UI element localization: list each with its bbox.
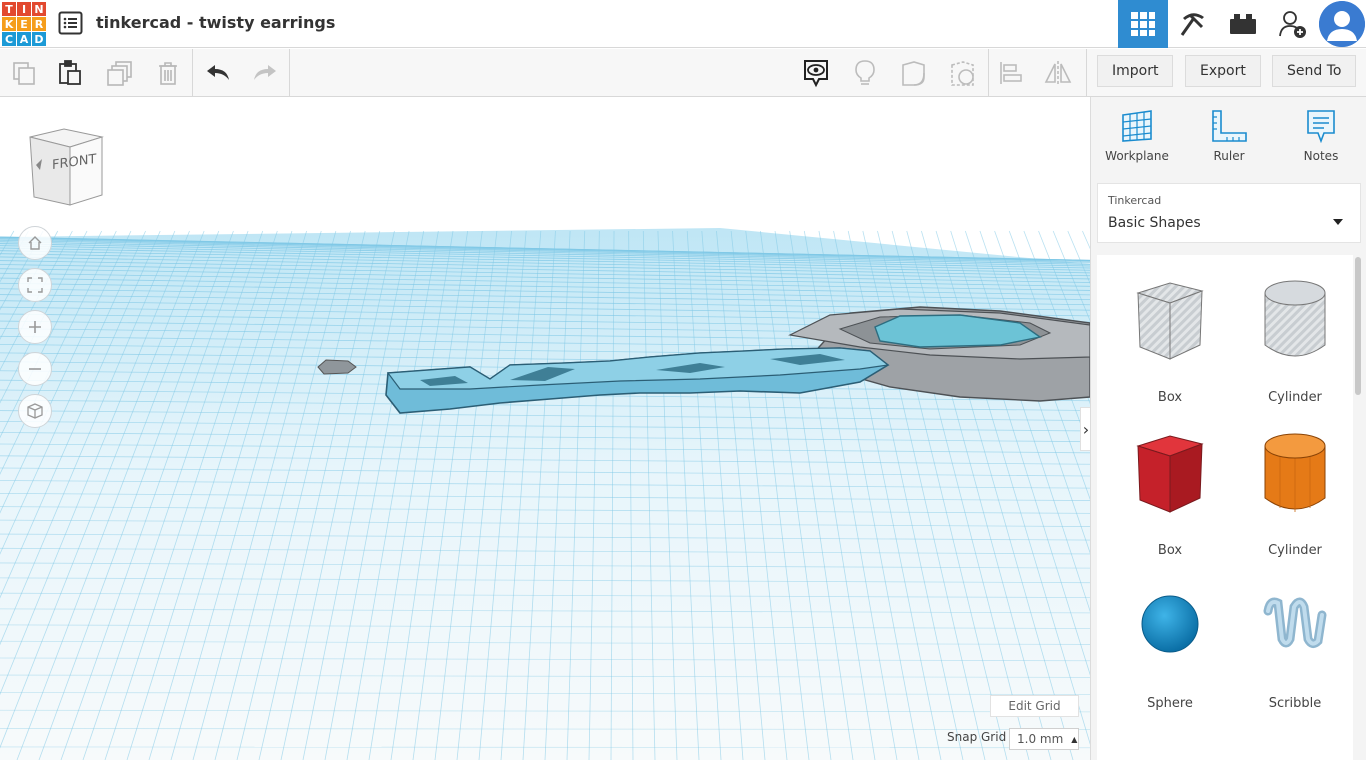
- duplicate-icon[interactable]: [104, 57, 136, 89]
- shape-label: Cylinder: [1268, 543, 1322, 558]
- collapse-panel-button[interactable]: ›: [1080, 407, 1090, 451]
- eye-bubble-icon[interactable]: [800, 57, 832, 89]
- trash-icon[interactable]: [152, 57, 184, 89]
- perspective-icon[interactable]: [18, 394, 52, 428]
- brick-icon[interactable]: [1218, 0, 1268, 48]
- zoom-in-icon[interactable]: [18, 310, 52, 344]
- box-red-icon: [1136, 435, 1204, 513]
- top-bar: T I N K E R C A D tinkercad - twisty ear…: [0, 0, 1366, 48]
- logo-letter: N: [32, 2, 46, 16]
- copy-icon[interactable]: [8, 57, 40, 89]
- snap-grid-label: Snap Grid: [947, 730, 1007, 744]
- align-icon[interactable]: [995, 57, 1027, 89]
- tinkercad-logo[interactable]: T I N K E R C A D: [2, 2, 46, 46]
- shape-label: Box: [1157, 543, 1183, 558]
- mirror-icon[interactable]: [1042, 57, 1074, 89]
- shape-box[interactable]: Box: [1110, 428, 1230, 568]
- caret-up-icon: ▲: [1071, 734, 1078, 744]
- sphere-icon: [1141, 595, 1199, 653]
- logo-letter: K: [2, 17, 16, 31]
- library-name: Basic Shapes: [1108, 215, 1201, 231]
- view-cube[interactable]: FRONT: [24, 125, 108, 209]
- grid-icon[interactable]: [1118, 0, 1168, 48]
- workplane-label: Workplane: [1105, 149, 1169, 163]
- lightbulb-icon[interactable]: [849, 57, 881, 89]
- paste-icon[interactable]: [54, 57, 86, 89]
- send-to-button[interactable]: Send To: [1272, 55, 1357, 87]
- shape-cylinder[interactable]: Cylinder: [1235, 428, 1355, 568]
- ruler-label: Ruler: [1213, 149, 1245, 163]
- box-hole-icon: [1136, 282, 1204, 360]
- edit-toolbar: Import Export Send To: [0, 49, 1366, 97]
- add-user-icon[interactable]: [1268, 0, 1318, 48]
- zoom-out-icon[interactable]: [18, 352, 52, 386]
- shapes-grid: Box Cylinder Box Cylinder Sphere Scribbl…: [1097, 255, 1353, 760]
- shape-scribble[interactable]: Scribble: [1235, 581, 1355, 721]
- ruler-button[interactable]: Ruler: [1189, 109, 1269, 171]
- notes-button[interactable]: Notes: [1281, 109, 1361, 171]
- workplane-icon: [1122, 110, 1152, 142]
- edit-grid-button[interactable]: Edit Grid: [990, 695, 1079, 717]
- logo-letter: D: [32, 32, 46, 46]
- shape-library-select[interactable]: Tinkercad Basic Shapes: [1097, 183, 1361, 243]
- shapes-scrollbar[interactable]: [1355, 257, 1361, 395]
- shape-cylinder-hole[interactable]: Cylinder: [1235, 275, 1355, 415]
- fit-icon[interactable]: [18, 268, 52, 302]
- library-category: Tinkercad: [1108, 194, 1162, 207]
- chevron-right-icon: ›: [1082, 419, 1090, 439]
- logo-letter: R: [32, 17, 46, 31]
- shape-box-hole[interactable]: Box: [1110, 275, 1230, 415]
- import-button[interactable]: Import: [1097, 55, 1174, 87]
- shape-label: Scribble: [1268, 696, 1322, 711]
- solid-shape-icon[interactable]: [898, 57, 930, 89]
- top-right-actions: [1118, 0, 1366, 48]
- pickaxe-icon[interactable]: [1168, 0, 1218, 48]
- logo-letter: A: [17, 32, 31, 46]
- shape-sphere[interactable]: Sphere: [1110, 581, 1230, 721]
- logo-letter: C: [2, 32, 16, 46]
- notes-label: Notes: [1303, 149, 1339, 163]
- hole-shape-icon[interactable]: [947, 57, 979, 89]
- snap-grid-value: 1.0 mm: [1017, 732, 1064, 746]
- workplane-grid[interactable]: [0, 97, 1090, 760]
- undo-icon[interactable]: [202, 57, 234, 89]
- export-button[interactable]: Export: [1185, 55, 1261, 87]
- design-title[interactable]: tinkercad - twisty earrings: [96, 13, 335, 32]
- shapes-panel: Workplane Ruler Notes Tinkercad Basic Sh…: [1090, 97, 1366, 760]
- snap-grid-select[interactable]: 1.0 mm ▲: [1009, 728, 1079, 750]
- shape-label: Cylinder: [1268, 390, 1322, 405]
- logo-letter: I: [17, 2, 31, 16]
- user-avatar-icon[interactable]: [1319, 1, 1365, 47]
- cylinder-hole-icon: [1264, 280, 1326, 357]
- design-list-icon[interactable]: [58, 11, 83, 35]
- 3d-workspace[interactable]: FRONT Edit Grid Snap Grid 1.0 mm ▲ ›: [0, 97, 1090, 760]
- scribble-icon: [1263, 597, 1327, 649]
- redo-icon[interactable]: [249, 57, 281, 89]
- cylinder-orange-icon: [1264, 433, 1326, 512]
- shape-label: Sphere: [1147, 696, 1193, 711]
- dropdown-caret-icon: [1332, 211, 1344, 230]
- logo-letter: T: [2, 2, 16, 16]
- home-icon[interactable]: [18, 226, 52, 260]
- notes-icon: [1307, 110, 1335, 143]
- ruler-icon: [1212, 110, 1247, 142]
- logo-letter: E: [17, 17, 31, 31]
- workplane-button[interactable]: Workplane: [1097, 109, 1177, 171]
- shape-label: Box: [1157, 390, 1183, 405]
